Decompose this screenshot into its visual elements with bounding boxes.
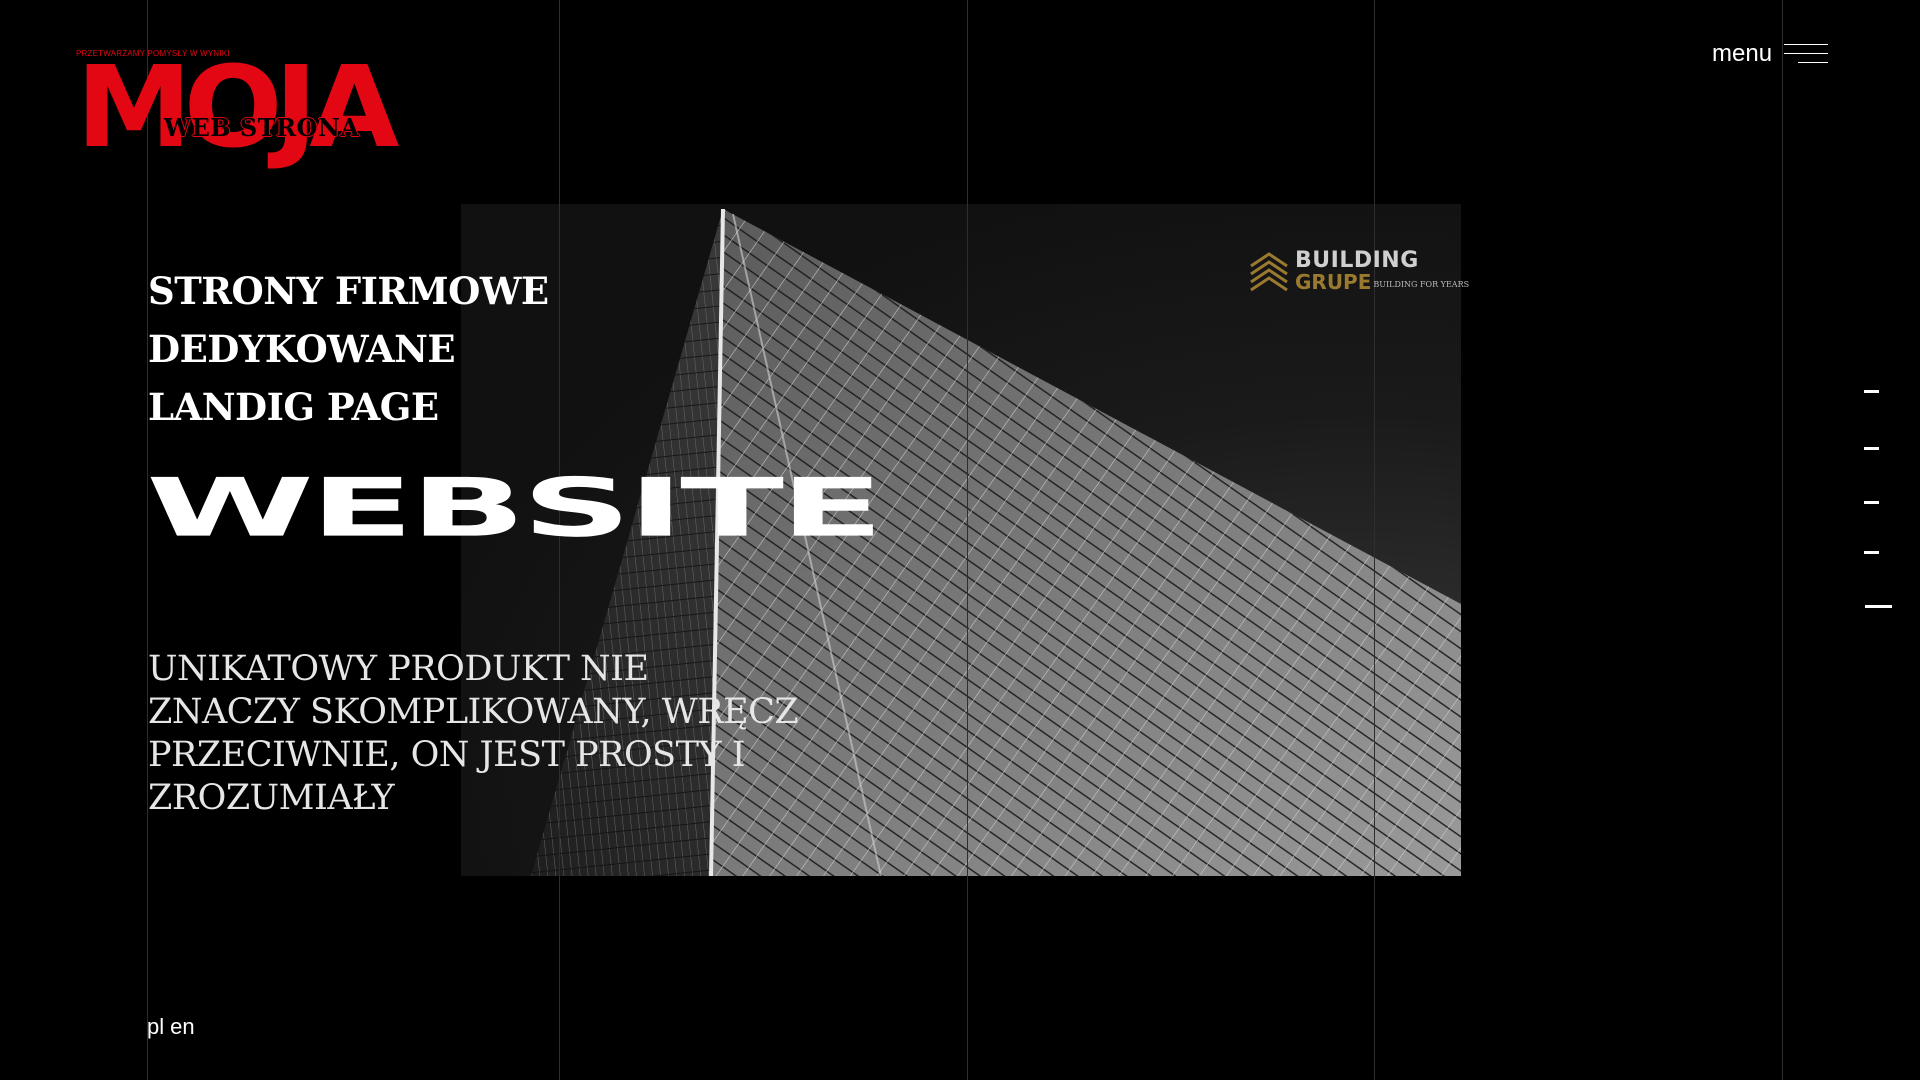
site-logo[interactable]: PRZETWARZAMY POMYSŁY W WYNIKI MOJA WEB S… <box>76 49 436 164</box>
logo-line2: GRUPE <box>1295 270 1372 294</box>
logo-slogan: BUILDING FOR YEARS <box>1373 280 1470 289</box>
services-list: STRONY FIRMOWE DEDYKOWANE LANDIG PAGE <box>148 262 549 436</box>
slider-dot-active[interactable] <box>1865 605 1892 608</box>
language-en[interactable]: en <box>170 1014 194 1040</box>
service-item[interactable]: STRONY FIRMOWE <box>148 262 549 320</box>
hero-tagline: UNIKATOWY PRODUKT NIE ZNACZY SKOMPLIKOWA… <box>148 649 799 818</box>
building-grupe-logo: BUILDING GRUPE BUILDING FOR YEARS <box>1249 246 1469 296</box>
slider-dot[interactable] <box>1864 447 1879 450</box>
building-icon <box>1250 252 1288 292</box>
language-pl[interactable]: pl <box>147 1014 164 1040</box>
slider-dot[interactable] <box>1864 390 1879 393</box>
menu-button[interactable]: menu <box>1712 40 1829 68</box>
grid-line <box>967 0 968 1080</box>
grid-line <box>1374 0 1375 1080</box>
service-item[interactable]: LANDIG PAGE <box>148 378 549 436</box>
hero-title: WEBSITE <box>146 461 884 556</box>
slider-dot[interactable] <box>1864 501 1879 504</box>
grid-line <box>1782 0 1783 1080</box>
slider-dot[interactable] <box>1864 551 1879 554</box>
language-switcher: pl en <box>147 1014 195 1040</box>
brand-subtitle: WEB STRONA <box>164 113 360 142</box>
service-item[interactable]: DEDYKOWANE <box>148 320 549 378</box>
logo-line1: BUILDING <box>1295 248 1419 273</box>
menu-label: menu <box>1712 40 1773 67</box>
hamburger-icon <box>1784 41 1829 67</box>
